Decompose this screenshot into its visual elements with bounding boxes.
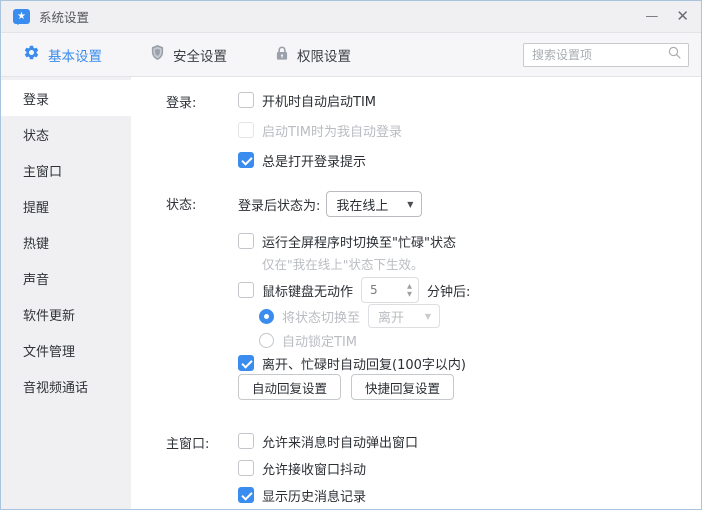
popup-on-message-checkbox[interactable] (238, 433, 254, 449)
row-idle-timeout: 鼠标键盘无动作 ▲ ▼ 分钟后: (238, 277, 470, 303)
show-history-checkbox[interactable] (238, 487, 254, 503)
gear-icon (23, 44, 40, 65)
search-icon (667, 45, 682, 64)
autostart-checkbox[interactable] (238, 92, 254, 108)
sidebar-item-main-window[interactable]: 主窗口 (1, 152, 131, 188)
auto-reply-checkbox[interactable] (238, 355, 254, 371)
row-autologin: 启动TIM时为我自动登录 (238, 119, 402, 141)
lock-icon (275, 45, 289, 65)
search-input[interactable] (532, 48, 667, 62)
idle-prefix-label: 鼠标键盘无动作 (262, 281, 353, 300)
tab-label: 基本设置 (48, 45, 102, 65)
titlebar: ★ 系统设置 — ✕ (1, 1, 701, 33)
idle-checkbox[interactable] (238, 282, 254, 298)
autologin-checkbox (238, 122, 254, 138)
fullscreen-busy-label: 运行全屏程序时切换至"忙碌"状态 (262, 232, 456, 251)
stepper-arrows[interactable]: ▲ ▼ (407, 283, 412, 298)
tab-label: 安全设置 (173, 45, 227, 65)
switch-status-radio[interactable] (259, 309, 274, 324)
idle-minutes-input[interactable] (370, 283, 392, 297)
row-autostart: 开机时自动启动TIM (238, 89, 402, 111)
auto-reply-label: 离开、忙碌时自动回复(100字以内) (262, 354, 466, 373)
sidebar-item-av-call[interactable]: 音视频通话 (1, 368, 131, 404)
show-history-label: 显示历史消息记录 (262, 486, 366, 505)
row-show-history: 显示历史消息记录 (238, 484, 441, 506)
status-after-login-label: 登录后状态为: (238, 195, 320, 214)
sidebar-item-status[interactable]: 状态 (1, 116, 131, 152)
section-label-status: 状态: (166, 191, 238, 400)
away-status-value: 离开 (378, 307, 404, 326)
sidebar-item-software-update[interactable]: 软件更新 (1, 296, 131, 332)
login-prompt-label: 总是打开登录提示 (262, 151, 366, 170)
tab-permission-settings[interactable]: 权限设置 (275, 45, 351, 65)
search-box[interactable] (523, 43, 689, 67)
section-login: 登录: 开机时自动启动TIM 启动TIM时为我自动登录 总是打开登录提示 (166, 89, 701, 179)
online-status-dropdown[interactable]: 我在线上 ▼ (326, 191, 422, 217)
row-popup-on-message: 允许来消息时自动弹出窗口 (238, 430, 441, 452)
window-controls: — ✕ (645, 9, 689, 24)
row-reply-buttons: 自动回复设置 快捷回复设置 (238, 374, 470, 400)
logo-star-icon: ★ (17, 12, 26, 22)
chevron-down-icon: ▼ (425, 312, 431, 321)
window-shake-label: 允许接收窗口抖动 (262, 459, 366, 478)
sidebar-item-login[interactable]: 登录 (1, 80, 131, 116)
login-prompt-checkbox[interactable] (238, 152, 254, 168)
minimize-button[interactable]: — (645, 10, 658, 23)
auto-lock-radio[interactable] (259, 333, 274, 348)
row-switch-status: 将状态切换至 离开 ▼ (238, 305, 470, 327)
row-window-shake: 允许接收窗口抖动 (238, 457, 441, 479)
window-title: 系统设置 (39, 7, 89, 26)
window-shake-checkbox[interactable] (238, 460, 254, 476)
switch-status-label: 将状态切换至 (282, 307, 360, 326)
row-auto-lock: 自动锁定TIM (238, 329, 470, 351)
row-status-after-login: 登录后状态为: 我在线上 ▼ (238, 191, 470, 217)
popup-on-message-label: 允许来消息时自动弹出窗口 (262, 432, 418, 451)
section-status: 状态: 登录后状态为: 我在线上 ▼ 运行全屏程序时切换至"忙碌"状态 仅在"我… (166, 191, 701, 400)
sidebar-item-hotkeys[interactable]: 热键 (1, 224, 131, 260)
autologin-label: 启动TIM时为我自动登录 (262, 121, 402, 140)
row-fullscreen-busy: 运行全屏程序时切换至"忙碌"状态 (238, 230, 470, 252)
sidebar-item-reminder[interactable]: 提醒 (1, 188, 131, 224)
quick-reply-settings-button[interactable]: 快捷回复设置 (351, 374, 454, 400)
tab-security-settings[interactable]: 安全设置 (150, 44, 227, 65)
sidebar-item-file-management[interactable]: 文件管理 (1, 332, 131, 368)
tim-logo-icon: ★ (13, 9, 30, 24)
row-auto-reply: 离开、忙碌时自动回复(100字以内) (238, 352, 470, 374)
stepper-down-icon[interactable]: ▼ (407, 291, 412, 298)
app-body: 登录 状态 主窗口 提醒 热键 声音 软件更新 文件管理 音视频通话 登录: 开… (1, 77, 701, 509)
fullscreen-busy-checkbox[interactable] (238, 233, 254, 249)
tabbar: 基本设置 安全设置 权限设置 (1, 33, 701, 77)
auto-lock-label: 自动锁定TIM (282, 331, 357, 350)
chevron-down-icon: ▼ (407, 200, 413, 209)
auto-reply-settings-button[interactable]: 自动回复设置 (238, 374, 341, 400)
section-label-main-window: 主窗口: (166, 430, 238, 509)
section-label-login: 登录: (166, 89, 238, 179)
row-login-prompt: 总是打开登录提示 (238, 149, 402, 171)
settings-content: 登录: 开机时自动启动TIM 启动TIM时为我自动登录 总是打开登录提示 (131, 77, 701, 509)
away-status-dropdown[interactable]: 离开 ▼ (368, 304, 440, 328)
online-status-value: 我在线上 (336, 195, 388, 214)
shield-icon (150, 44, 165, 65)
idle-suffix-label: 分钟后: (427, 281, 470, 300)
sidebar-item-sound[interactable]: 声音 (1, 260, 131, 296)
settings-window: ★ 系统设置 — ✕ 基本设置 安全设置 权限设置 (0, 0, 702, 510)
tab-label: 权限设置 (297, 45, 351, 65)
sidebar: 登录 状态 主窗口 提醒 热键 声音 软件更新 文件管理 音视频通话 (1, 77, 131, 509)
idle-minutes-stepper[interactable]: ▲ ▼ (361, 277, 419, 303)
tab-basic-settings[interactable]: 基本设置 (23, 44, 102, 65)
fullscreen-busy-hint: 仅在"我在线上"状态下生效。 (238, 254, 470, 272)
autostart-label: 开机时自动启动TIM (262, 91, 376, 110)
close-button[interactable]: ✕ (676, 9, 689, 24)
stepper-up-icon[interactable]: ▲ (407, 283, 412, 290)
section-main-window: 主窗口: 允许来消息时自动弹出窗口 允许接收窗口抖动 显示历史消息记录 (166, 430, 701, 509)
